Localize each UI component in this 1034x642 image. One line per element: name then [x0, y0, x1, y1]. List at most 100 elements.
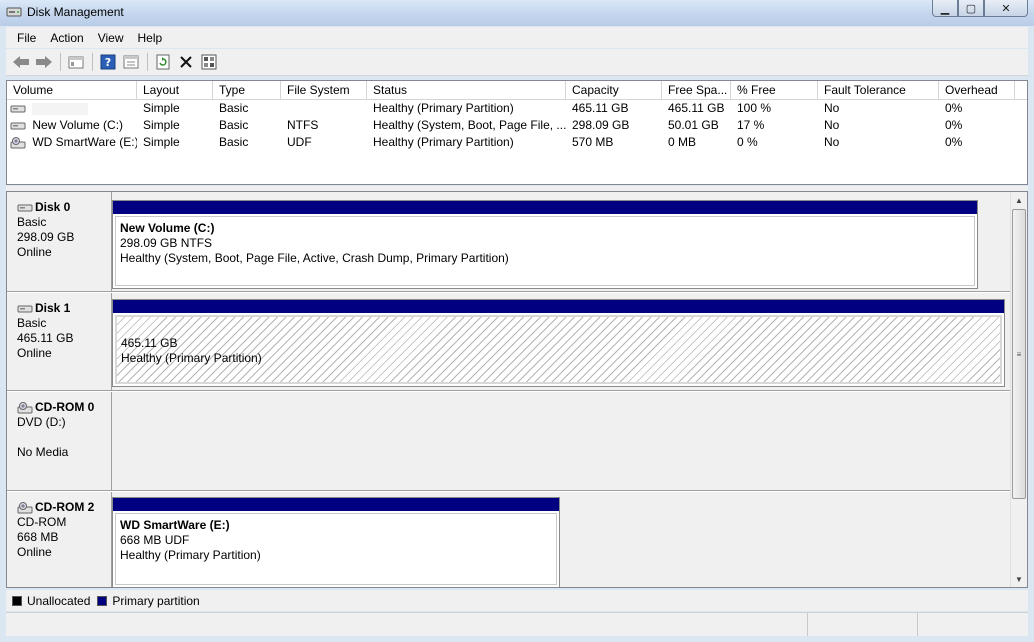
toolbar-separator: [92, 53, 93, 71]
disk-row-disk-0: Disk 0 Basic 298.09 GB Online New Volume…: [7, 192, 1011, 292]
legend: Unallocated Primary partition: [6, 590, 1028, 611]
column-header-free-space[interactable]: Free Spa...: [662, 81, 731, 100]
menu-view[interactable]: View: [91, 31, 131, 45]
disk-info[interactable]: CD-ROM 0 DVD (D:) No Media: [7, 392, 112, 490]
scrollbar-thumb[interactable]: ≡: [1012, 209, 1026, 499]
disk-name: CD-ROM 2: [17, 500, 111, 515]
forward-icon: [36, 56, 52, 68]
table-row[interactable]: Simple Basic Healthy (Primary Partition)…: [7, 100, 1027, 117]
column-header-percent-free[interactable]: % Free: [731, 81, 818, 100]
free-space-cell: 0 MB: [668, 135, 697, 149]
primary-partition-bar: [113, 498, 559, 511]
refresh-icon: [156, 54, 170, 70]
disk-partition-area: WD SmartWare (E:) 668 MB UDF Healthy (Pr…: [112, 492, 1011, 587]
disk-info[interactable]: CD-ROM 2 CD-ROM 668 MB Online: [7, 492, 112, 587]
disk-size: 668 MB: [17, 530, 59, 544]
type-cell: Basic: [219, 135, 249, 149]
partition-details: 465.11 GB Healthy (Primary Partition): [115, 315, 1002, 384]
disk-row-cd-rom-0: CD-ROM 0 DVD (D:) No Media: [7, 392, 1011, 491]
status-cell: Healthy (Primary Partition): [373, 101, 514, 115]
volume-list-header: Volume Layout Type File System Status Ca…: [7, 81, 1027, 100]
menu-action[interactable]: Action: [43, 31, 90, 45]
disk-type: DVD (D:): [17, 415, 66, 429]
back-button[interactable]: [11, 52, 31, 72]
svg-text:?: ?: [105, 56, 111, 69]
forward-button[interactable]: [34, 52, 54, 72]
column-header-layout[interactable]: Layout: [137, 81, 213, 100]
layout-cell: Simple: [143, 101, 180, 115]
disk-name: Disk 0: [17, 200, 111, 215]
layout-cell: Simple: [143, 118, 180, 132]
primary-partition-bar: [113, 201, 977, 214]
file-system-cell: UDF: [287, 135, 312, 149]
status-bar-cell: [6, 613, 808, 636]
column-header-capacity[interactable]: Capacity: [566, 81, 662, 100]
scroll-down-arrow-icon[interactable]: ▼: [1011, 571, 1027, 587]
column-header-fault-tolerance[interactable]: Fault Tolerance: [818, 81, 939, 100]
partition-details: WD SmartWare (E:) 668 MB UDF Healthy (Pr…: [115, 513, 557, 585]
type-cell: Basic: [219, 101, 249, 115]
help-icon: ?: [100, 54, 116, 70]
properties-button[interactable]: [121, 52, 141, 72]
layout-cell: Simple: [143, 135, 180, 149]
maximize-icon: ▢: [965, 2, 977, 15]
volume-list: Volume Layout Type File System Status Ca…: [6, 80, 1028, 185]
menu-help[interactable]: Help: [131, 31, 170, 45]
refresh-button[interactable]: [153, 52, 173, 72]
partition-wd-smartware-e[interactable]: WD SmartWare (E:) 668 MB UDF Healthy (Pr…: [112, 497, 560, 587]
disk-name-label: CD-ROM 0: [35, 400, 95, 414]
partition-disk-1[interactable]: 465.11 GB Healthy (Primary Partition): [112, 299, 1005, 387]
overhead-cell: 0%: [945, 118, 963, 132]
properties-icon: [123, 55, 139, 69]
minimize-button[interactable]: ▁: [932, 0, 958, 17]
optical-drive-icon: [17, 401, 33, 413]
percent-free-cell: 17 %: [737, 118, 765, 132]
volume-drive-icon: [10, 122, 26, 130]
unallocated-swatch: [12, 595, 22, 606]
console-tree-button[interactable]: [66, 52, 86, 72]
console-tree-icon: [68, 56, 84, 69]
disk-info[interactable]: Disk 0 Basic 298.09 GB Online: [7, 192, 112, 291]
status-cell: Healthy (Primary Partition): [373, 135, 514, 149]
delete-button[interactable]: [176, 52, 196, 72]
maximize-button[interactable]: ▢: [958, 0, 984, 17]
column-header-status[interactable]: Status: [367, 81, 566, 100]
scroll-up-arrow-icon[interactable]: ▲: [1011, 192, 1027, 208]
table-row[interactable]: WD SmartWare (E:) Simple Basic UDF Healt…: [7, 134, 1027, 151]
column-header-overhead[interactable]: Overhead: [939, 81, 1015, 100]
partition-label: WD SmartWare (E:): [120, 518, 230, 532]
column-header-type[interactable]: Type: [213, 81, 281, 100]
column-header-volume[interactable]: Volume: [7, 81, 137, 100]
menu-bar: File Action View Help: [6, 27, 1028, 48]
status-cell: Healthy (System, Boot, Page File, ...: [373, 118, 566, 132]
vertical-scrollbar[interactable]: ▲ ≡ ▼: [1010, 192, 1027, 587]
file-system-cell: [281, 100, 367, 117]
capacity-cell: 465.11 GB: [572, 101, 629, 115]
disk-type: CD-ROM: [17, 515, 67, 529]
partition-status: Healthy (Primary Partition): [121, 351, 262, 365]
disk-partition-area: 465.11 GB Healthy (Primary Partition): [112, 293, 1011, 390]
status-bar: [6, 612, 1028, 636]
disk-name-label: Disk 1: [35, 301, 71, 315]
rescan-button[interactable]: [199, 52, 219, 72]
close-icon: ✕: [1001, 2, 1011, 15]
disk-state: No Media: [17, 445, 69, 459]
disk-size: [17, 430, 111, 445]
disk-state: Online: [17, 245, 52, 259]
overhead-cell: 0%: [945, 101, 963, 115]
hard-disk-icon: [17, 204, 33, 211]
volume-cell: New Volume (C:): [7, 117, 137, 134]
table-row[interactable]: New Volume (C:) Simple Basic NTFS Health…: [7, 117, 1027, 134]
help-button[interactable]: ?: [98, 52, 118, 72]
delete-icon: [180, 56, 192, 68]
disk-partition-area: [112, 392, 1011, 490]
disk-info[interactable]: Disk 1 Basic 465.11 GB Online: [7, 293, 112, 390]
partition-new-volume-c[interactable]: New Volume (C:) 298.09 GB NTFS Healthy (…: [112, 200, 978, 289]
close-button[interactable]: ✕: [984, 0, 1028, 17]
menu-file[interactable]: File: [10, 31, 43, 45]
disk-size: 465.11 GB: [17, 331, 74, 345]
column-header-file-system[interactable]: File System: [281, 81, 367, 100]
disk-partition-area: New Volume (C:) 298.09 GB NTFS Healthy (…: [112, 192, 1011, 291]
legend-label: Primary partition: [112, 593, 200, 608]
disk-state: Online: [17, 545, 52, 559]
